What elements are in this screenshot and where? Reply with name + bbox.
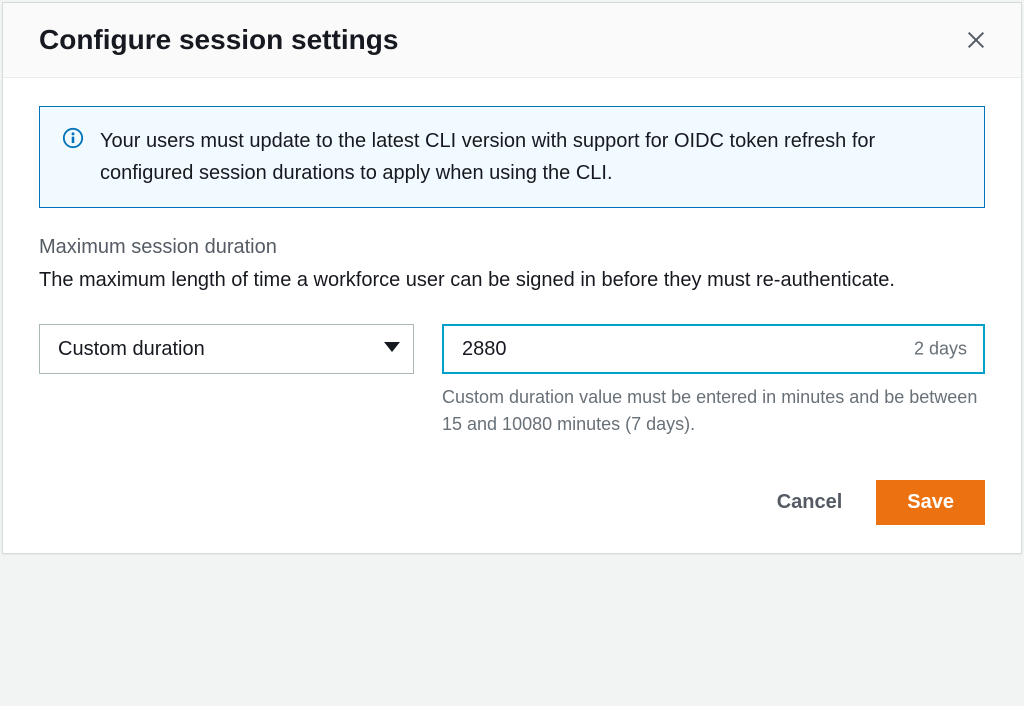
controls-row: Custom duration 2 days Custom duration v… bbox=[39, 324, 985, 438]
duration-preset-select[interactable]: Custom duration bbox=[39, 324, 414, 374]
close-icon bbox=[965, 29, 987, 51]
close-button[interactable] bbox=[959, 23, 993, 57]
info-banner: Your users must update to the latest CLI… bbox=[39, 106, 985, 208]
custom-duration-input-wrap: 2 days bbox=[442, 324, 985, 374]
max-session-duration-description: The maximum length of time a workforce u… bbox=[39, 265, 985, 296]
cancel-button[interactable]: Cancel bbox=[763, 481, 857, 524]
dialog-header: Configure session settings bbox=[3, 3, 1021, 78]
info-banner-text: Your users must update to the latest CLI… bbox=[100, 125, 962, 189]
custom-duration-hint: Custom duration value must be entered in… bbox=[442, 384, 985, 438]
custom-duration-suffix: 2 days bbox=[914, 339, 967, 360]
info-icon bbox=[62, 127, 84, 154]
dialog-footer: Cancel Save bbox=[3, 446, 1021, 553]
configure-session-dialog: Configure session settings Your users mu… bbox=[2, 2, 1022, 554]
select-value: Custom duration bbox=[39, 324, 414, 374]
custom-duration-input[interactable] bbox=[442, 324, 985, 374]
max-session-duration-label: Maximum session duration bbox=[39, 236, 985, 259]
save-button[interactable]: Save bbox=[876, 480, 985, 525]
custom-duration-column: 2 days Custom duration value must be ent… bbox=[442, 324, 985, 438]
dialog-body: Your users must update to the latest CLI… bbox=[3, 78, 1021, 446]
dialog-title: Configure session settings bbox=[39, 24, 398, 56]
